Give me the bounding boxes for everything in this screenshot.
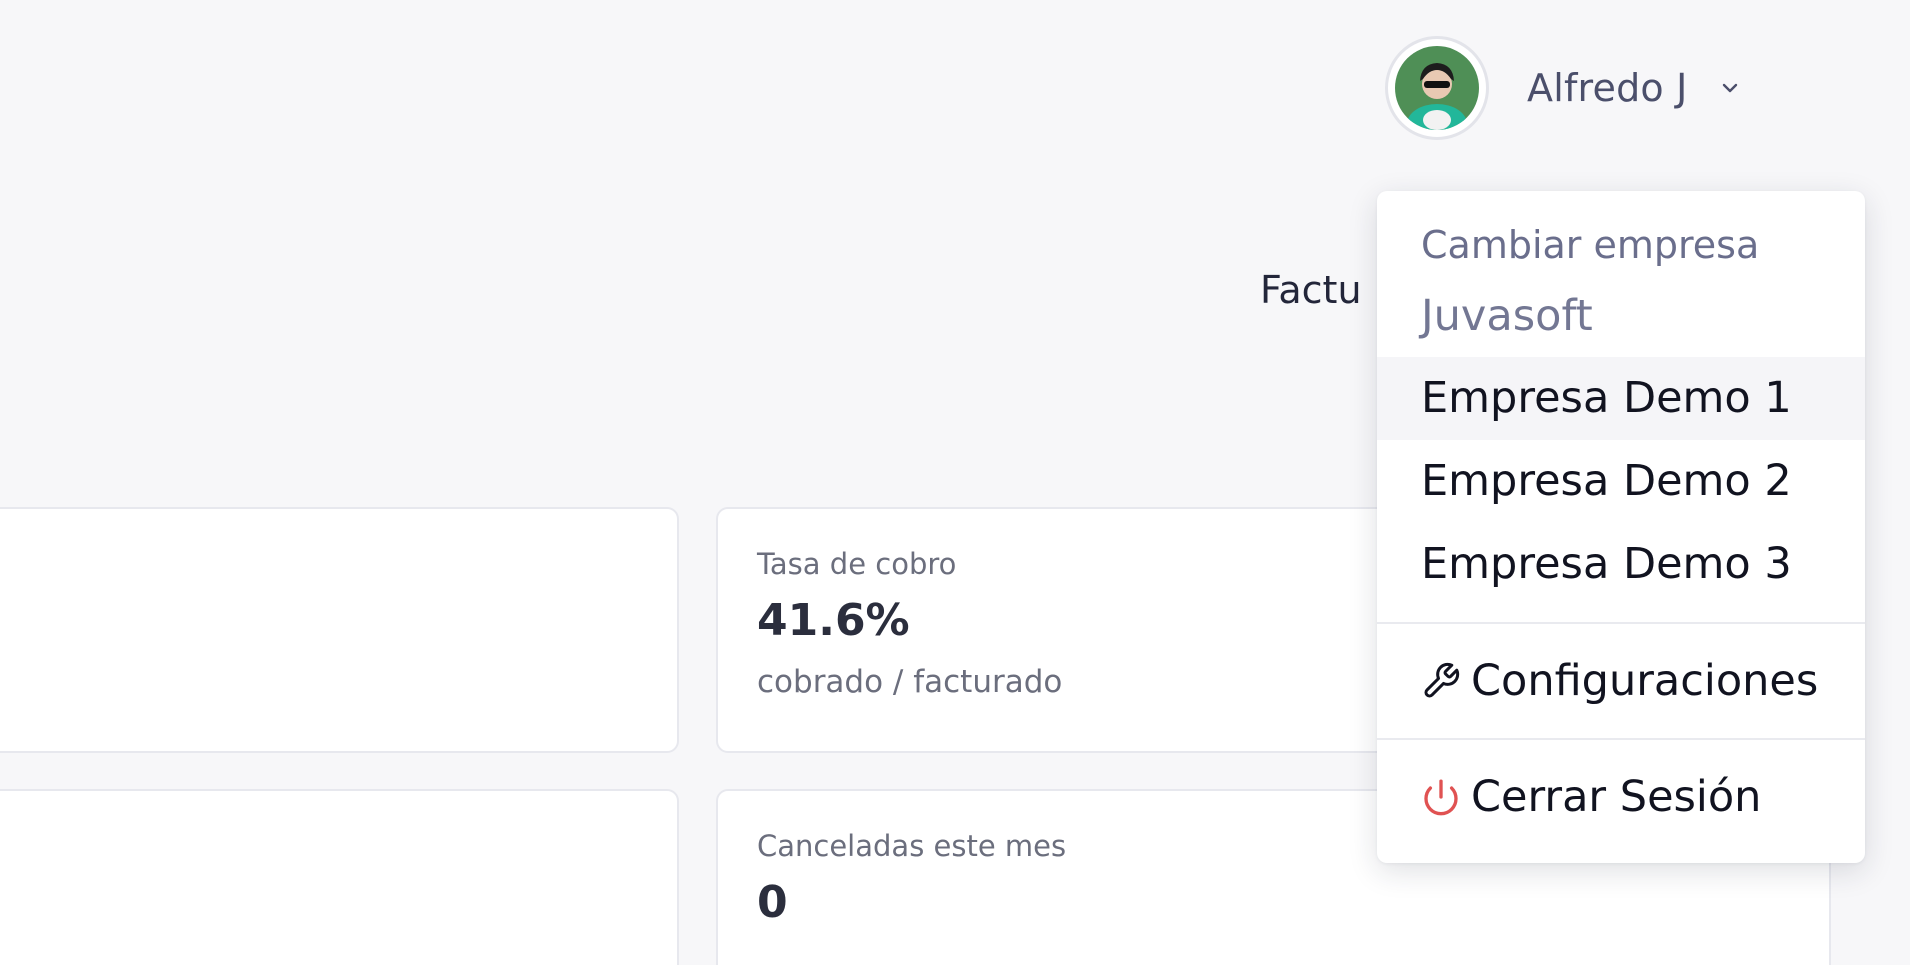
settings-menu-item[interactable]: Configuraciones	[1377, 640, 1865, 722]
user-menu-toggle[interactable]: Alfredo J	[1385, 35, 1742, 140]
logout-menu-item[interactable]: Cerrar Sesión	[1377, 756, 1865, 838]
settings-label: Configuraciones	[1471, 656, 1819, 706]
company-item-demo-3[interactable]: Empresa Demo 3	[1377, 523, 1865, 606]
user-name[interactable]: Alfredo J	[1527, 66, 1688, 110]
company-item-demo-2[interactable]: Empresa Demo 2	[1377, 440, 1865, 523]
avatar-image	[1395, 45, 1479, 130]
kpi-card-left-top	[0, 507, 679, 753]
kpi-value: 0	[757, 877, 788, 928]
chevron-down-icon[interactable]	[1718, 76, 1742, 100]
divider	[1377, 738, 1865, 740]
kpi-card-left-bottom	[0, 789, 679, 965]
power-icon	[1424, 779, 1458, 816]
avatar[interactable]	[1385, 35, 1489, 140]
current-company: Juvasoft	[1421, 291, 1593, 341]
dropdown-header: Cambiar empresa	[1421, 223, 1760, 267]
company-item-demo-1[interactable]: Empresa Demo 1	[1377, 357, 1865, 440]
wrench-icon	[1424, 662, 1460, 698]
dashboard-page: Alfredo J Factu Tasa de cobro 41.6% cobr…	[0, 0, 1910, 965]
section-title: Factu	[1260, 268, 1362, 312]
user-dropdown-menu: Cambiar empresa Juvasoft Empresa Demo 1 …	[1377, 191, 1865, 863]
divider	[1377, 622, 1865, 624]
logout-label: Cerrar Sesión	[1471, 772, 1762, 822]
